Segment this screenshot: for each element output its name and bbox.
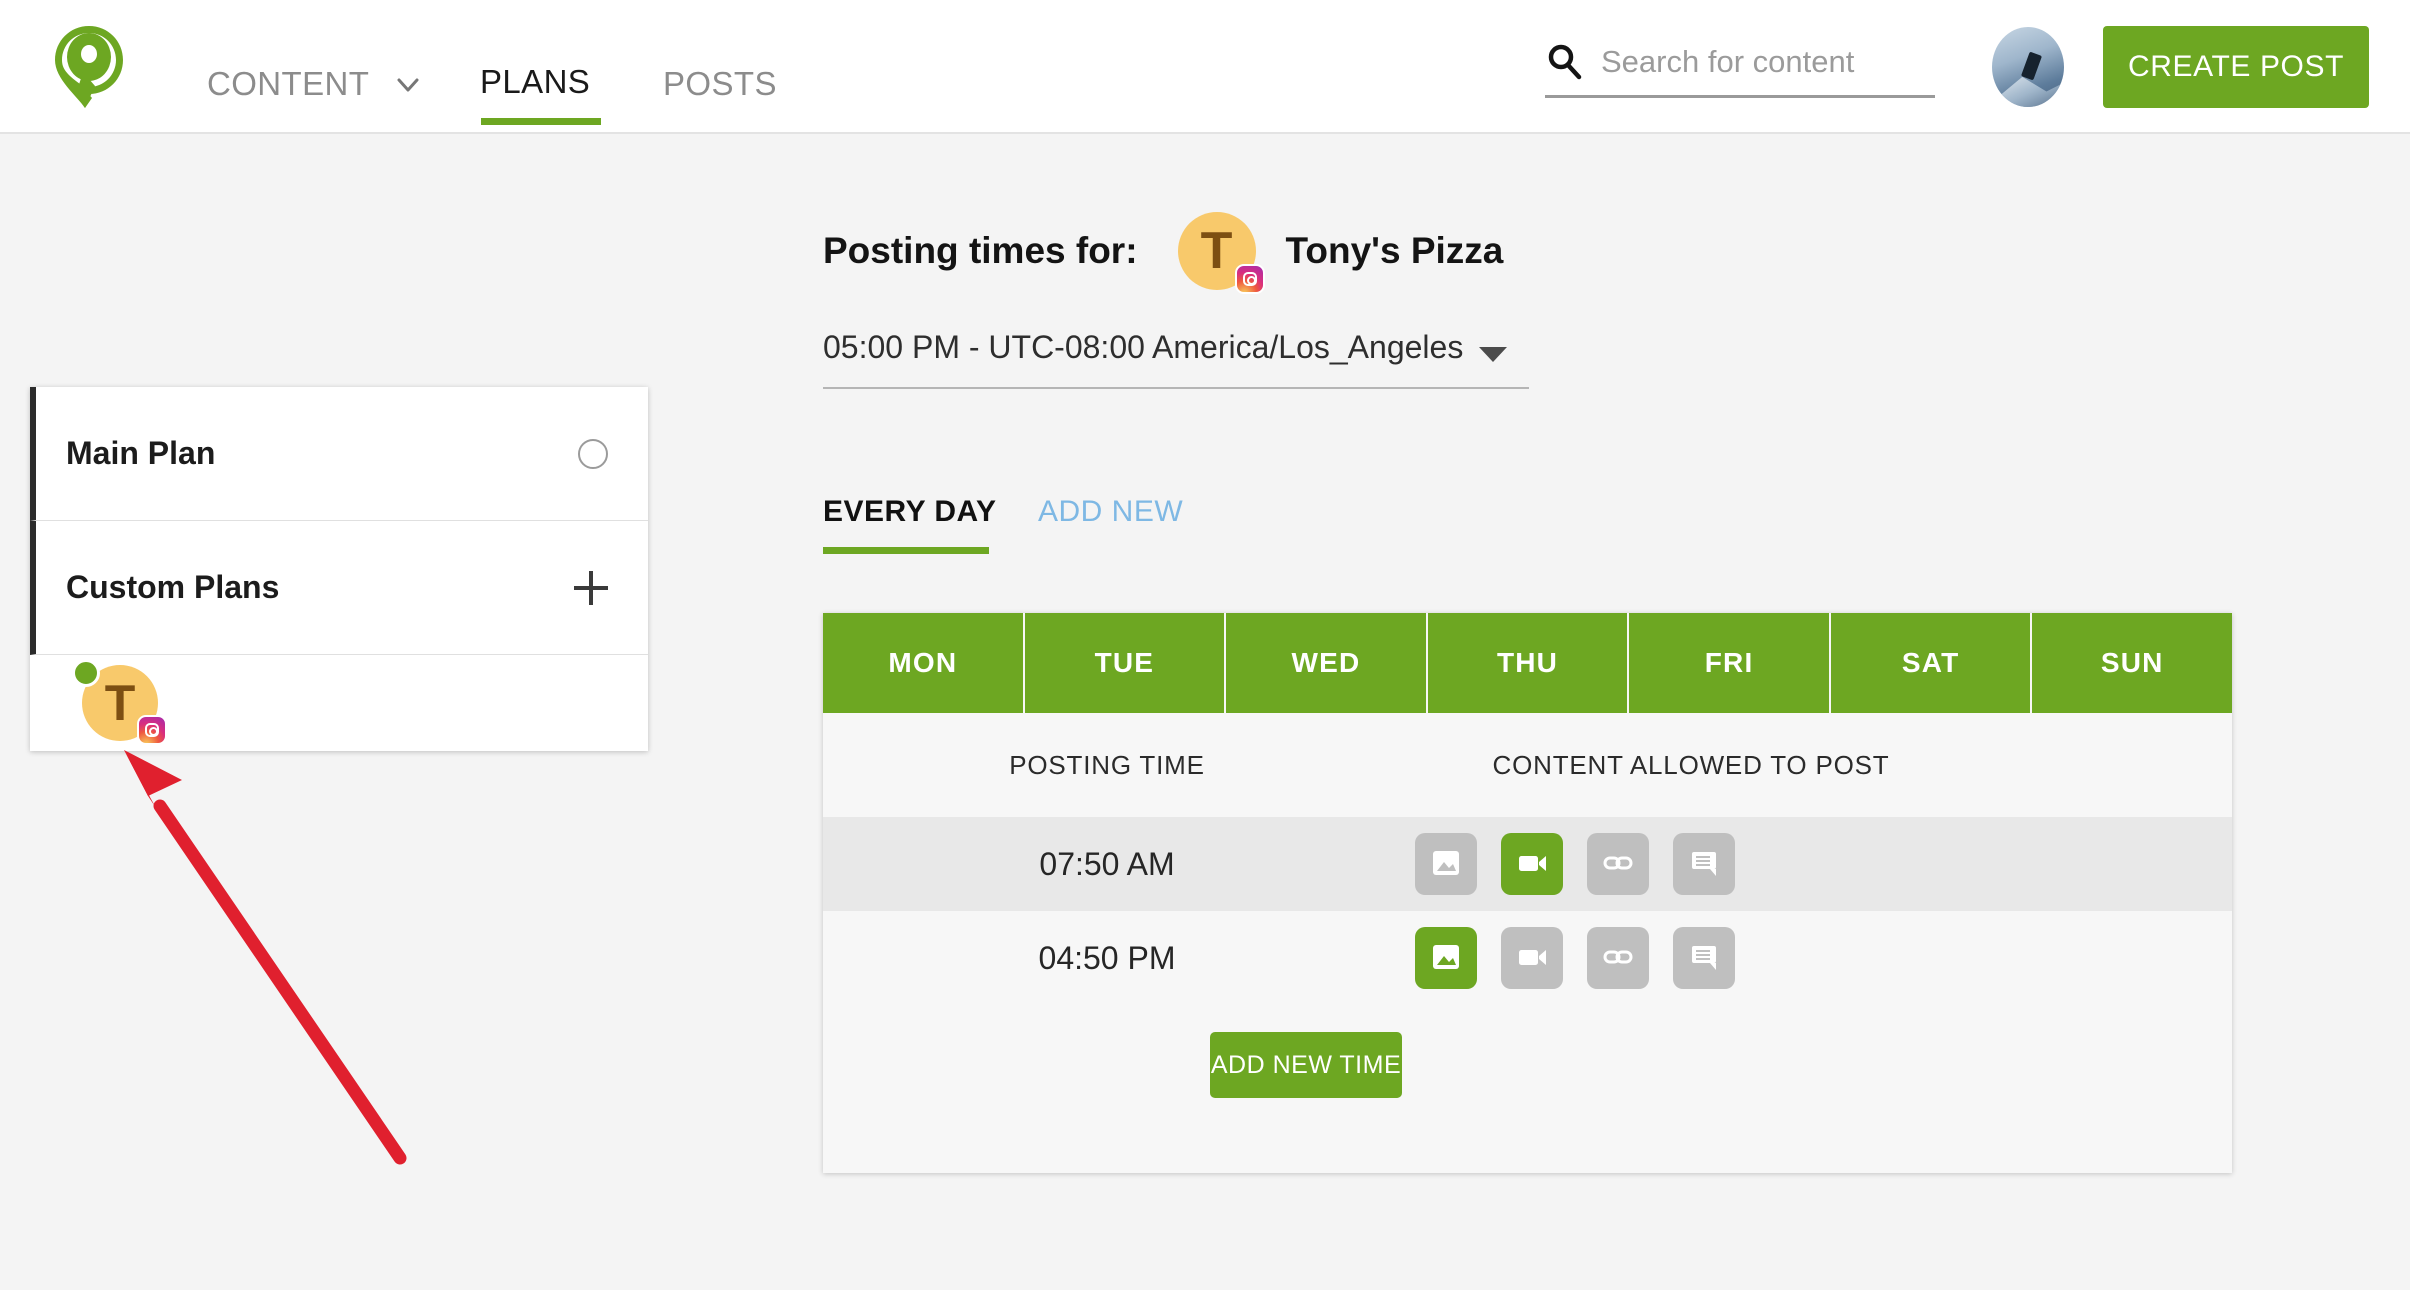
nav-item-plans[interactable]: PLANS: [480, 63, 590, 101]
nav-item-posts[interactable]: POSTS: [663, 65, 777, 103]
day-header-mon[interactable]: MON: [823, 613, 1025, 713]
red-arrow-pointer-icon: [110, 740, 530, 1200]
chevron-down-icon[interactable]: [1479, 347, 1507, 362]
account-avatar[interactable]: T: [82, 665, 158, 741]
comment-text-icon: [1687, 846, 1721, 883]
page-title: Posting times for:: [823, 230, 1138, 272]
link-icon: [1601, 846, 1635, 883]
day-header-row: MON TUE WED THU FRI SAT SUN: [823, 613, 2232, 713]
text-content-toggle[interactable]: [1673, 927, 1735, 989]
day-header-tue[interactable]: TUE: [1025, 613, 1227, 713]
online-status-dot-icon: [72, 659, 100, 687]
image-content-toggle[interactable]: [1415, 927, 1477, 989]
day-header-wed[interactable]: WED: [1226, 613, 1428, 713]
account-name: Tony's Pizza: [1286, 230, 1504, 272]
video-content-toggle[interactable]: [1501, 833, 1563, 895]
link-content-toggle[interactable]: [1587, 833, 1649, 895]
sidebar-account-row[interactable]: T: [30, 655, 648, 751]
day-header-thu[interactable]: THU: [1428, 613, 1630, 713]
column-header-content-allowed: CONTENT ALLOWED TO POST: [1391, 750, 1991, 781]
content-type-toggles: [1391, 833, 1735, 895]
sidebar-item-label: Main Plan: [66, 435, 578, 472]
sidebar-item-custom-plans[interactable]: Custom Plans: [30, 521, 648, 655]
text-content-toggle[interactable]: [1673, 833, 1735, 895]
instagram-glyph: [1243, 272, 1257, 286]
nav-item-content[interactable]: CONTENT: [207, 65, 369, 103]
link-content-toggle[interactable]: [1587, 927, 1649, 989]
avatar-figure: [2021, 52, 2042, 81]
video-content-toggle[interactable]: [1501, 927, 1563, 989]
day-header-fri[interactable]: FRI: [1629, 613, 1831, 713]
link-icon: [1601, 940, 1635, 977]
image-icon: [1429, 846, 1463, 883]
instagram-badge-icon: [137, 715, 167, 745]
tab-add-new[interactable]: ADD NEW: [1038, 495, 1183, 529]
schedule-table: MON TUE WED THU FRI SAT SUN POSTING TIME…: [823, 613, 2232, 1173]
column-header-row: POSTING TIME CONTENT ALLOWED TO POST: [823, 713, 2232, 817]
sidebar-item-label: Custom Plans: [66, 569, 574, 606]
app-header: CONTENT PLANS POSTS CREATE POST: [0, 0, 2410, 134]
add-time-row: ADD NEW TIME: [823, 1005, 2232, 1125]
posting-time-value: 07:50 AM: [823, 846, 1391, 883]
posting-time-value: 04:50 PM: [823, 940, 1391, 977]
search-icon: [1545, 42, 1585, 82]
table-row: 07:50 AM: [823, 817, 2232, 911]
timezone-select-value: 05:00 PM - UTC-08:00 America/Los_Angeles: [823, 329, 1463, 366]
create-post-button[interactable]: CREATE POST: [2103, 26, 2369, 108]
radio-circle-icon[interactable]: [578, 439, 608, 469]
day-header-sat[interactable]: SAT: [1831, 613, 2033, 713]
chevron-down-icon[interactable]: [395, 72, 421, 98]
location-pin-logo-icon[interactable]: [52, 24, 126, 110]
account-avatar[interactable]: T: [1178, 212, 1256, 290]
posting-times-header: Posting times for: T Tony's Pizza: [823, 212, 1503, 290]
add-new-time-button[interactable]: ADD NEW TIME: [1210, 1032, 1402, 1098]
video-icon: [1515, 940, 1549, 977]
comment-text-icon: [1687, 940, 1721, 977]
sidebar-item-main-plan[interactable]: Main Plan: [30, 387, 648, 521]
table-footer-spacer: [823, 1125, 2232, 1173]
search-input[interactable]: [1601, 36, 1931, 88]
table-row: 04:50 PM: [823, 911, 2232, 1005]
timezone-select[interactable]: 05:00 PM - UTC-08:00 America/Los_Angeles: [823, 327, 1529, 389]
nav-active-underline: [481, 118, 601, 125]
image-icon: [1429, 940, 1463, 977]
plus-icon[interactable]: [574, 571, 608, 605]
video-icon: [1515, 846, 1549, 883]
content-type-toggles: [1391, 927, 1735, 989]
image-content-toggle[interactable]: [1415, 833, 1477, 895]
plans-panel: Main Plan Custom Plans T: [30, 387, 648, 751]
column-header-posting-time: POSTING TIME: [823, 750, 1391, 781]
instagram-badge-icon: [1235, 264, 1265, 294]
instagram-glyph: [145, 723, 159, 737]
tab-every-day[interactable]: EVERY DAY: [823, 495, 996, 529]
search-bar[interactable]: [1545, 36, 1935, 98]
avatar[interactable]: [1992, 27, 2064, 107]
tab-active-underline: [823, 547, 989, 554]
day-header-sun[interactable]: SUN: [2032, 613, 2232, 713]
